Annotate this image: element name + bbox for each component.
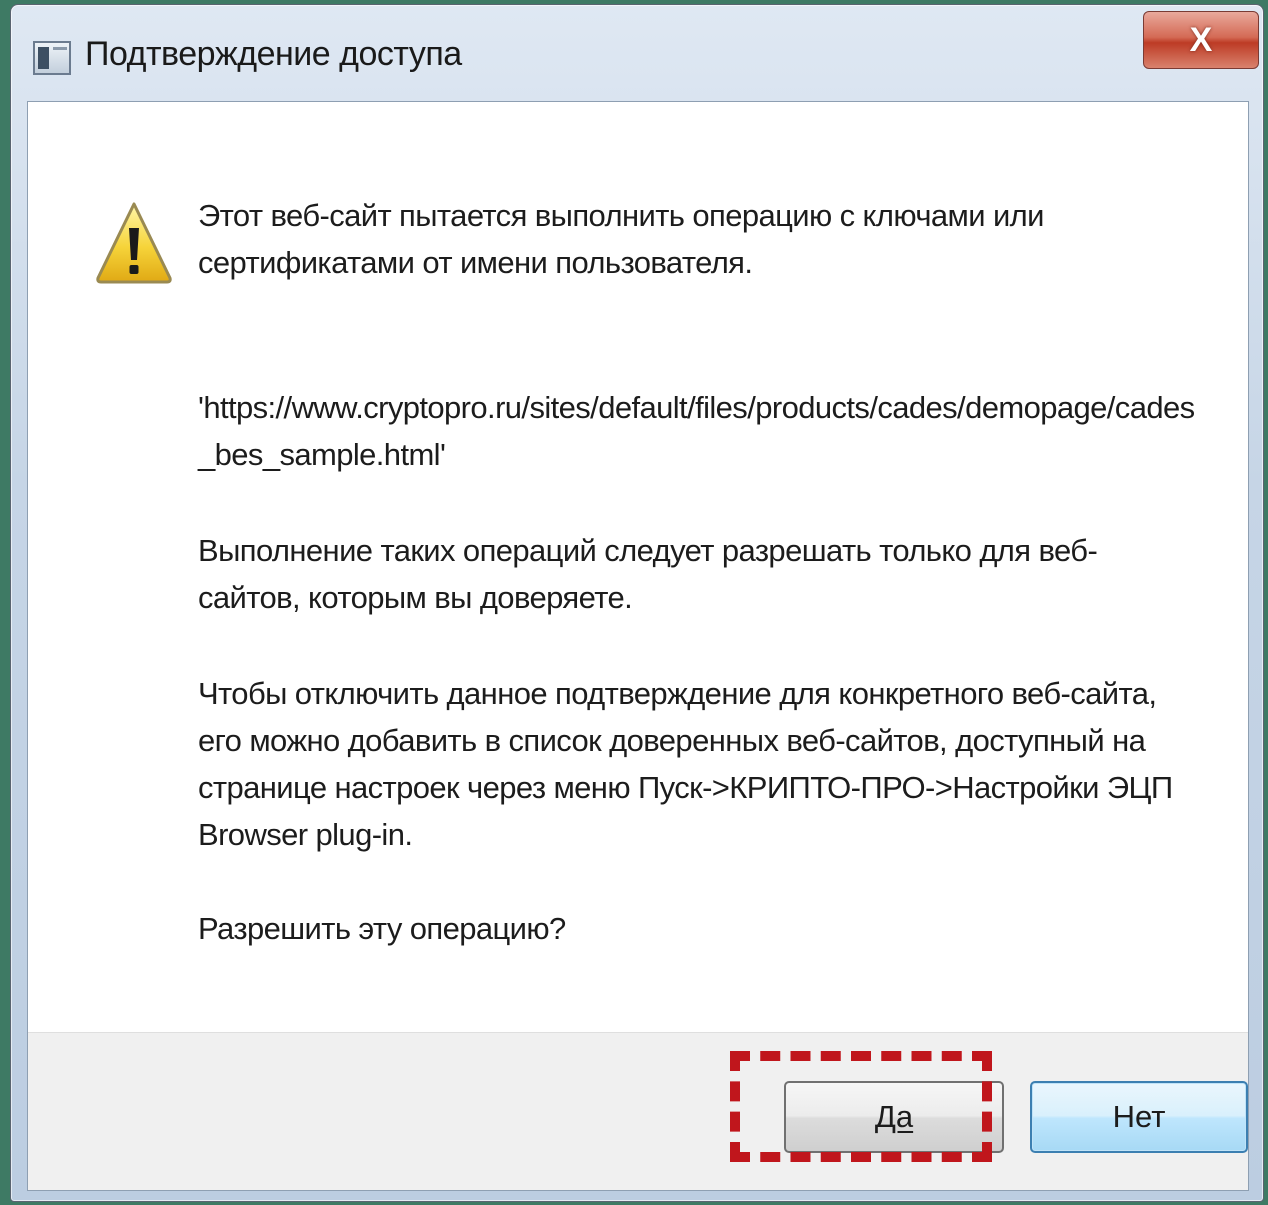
title-bar[interactable]: Подтверждение доступа X <box>11 5 1263 101</box>
close-icon: X <box>1189 20 1213 59</box>
no-button-label: Нет <box>1112 1099 1166 1134</box>
close-button[interactable]: X <box>1143 11 1259 69</box>
button-bar: Да Нет <box>28 1032 1248 1190</box>
dialog-client-area: Этот веб-сайт пытается выполнить операци… <box>27 101 1249 1191</box>
window-title: Подтверждение доступа <box>85 35 462 73</box>
yes-button-label: Да <box>874 1099 914 1134</box>
message-area: Этот веб-сайт пытается выполнить операци… <box>28 102 1248 1032</box>
warning-icon <box>96 202 172 284</box>
site-url: 'https://www.cryptopro.ru/sites/default/… <box>198 390 1195 472</box>
dialog-window: Подтверждение доступа X Этот веб-сайт пы… <box>10 4 1264 1202</box>
yes-button[interactable]: Да <box>784 1081 1004 1153</box>
disable-confirmation-text: Чтобы отключить данное подтверждение для… <box>198 676 1173 852</box>
window-app-icon <box>33 41 71 75</box>
confirmation-question: Разрешить эту операцию? <box>198 911 566 946</box>
warning-message: Этот веб-сайт пытается выполнить операци… <box>198 198 1044 280</box>
no-button[interactable]: Нет <box>1030 1081 1248 1153</box>
trust-advice-text: Выполнение таких операций следует разреш… <box>198 533 1098 615</box>
